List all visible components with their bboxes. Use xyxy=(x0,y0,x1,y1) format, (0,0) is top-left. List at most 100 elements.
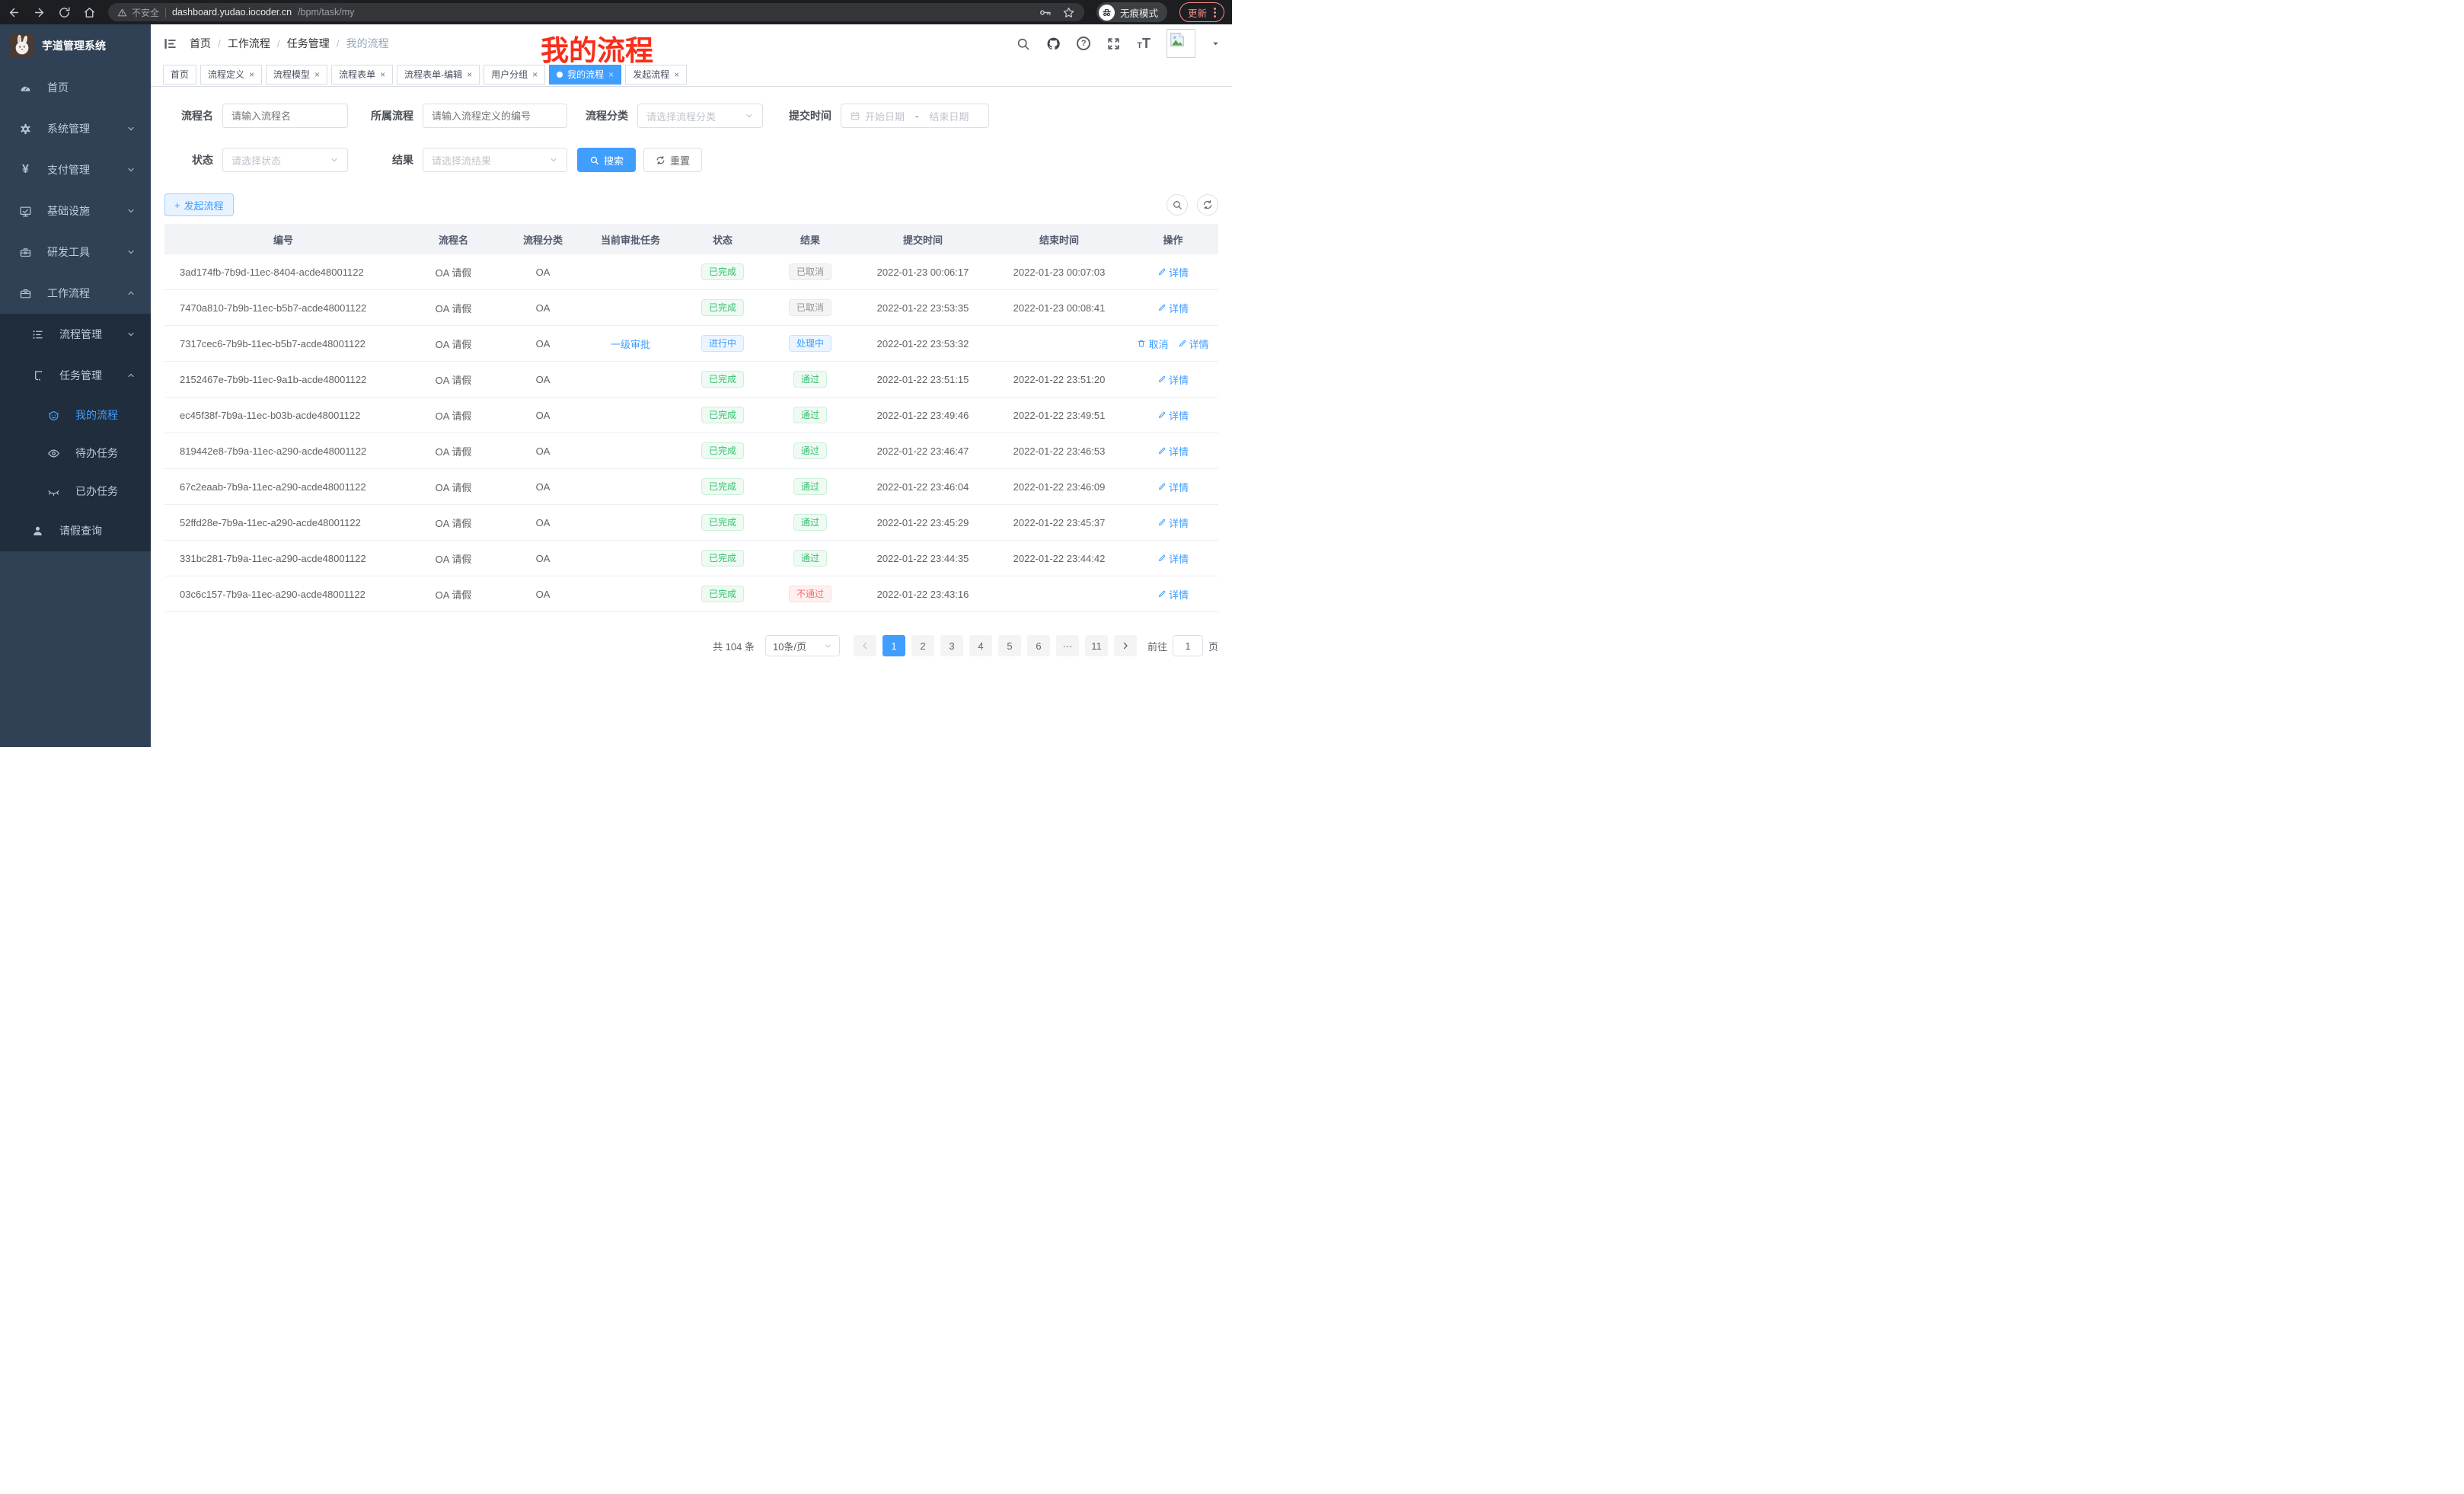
status-badge: 已完成 xyxy=(701,586,744,602)
eye-icon xyxy=(47,447,60,460)
close-icon[interactable]: × xyxy=(532,69,538,80)
view-tab[interactable]: 流程模型 × xyxy=(266,65,327,85)
chevron-up-icon xyxy=(126,371,136,380)
page-button[interactable]: 3 xyxy=(940,635,963,656)
view-tab[interactable]: 流程表单 × xyxy=(331,65,393,85)
sidebar-item-workflow[interactable]: 工作流程 xyxy=(0,273,151,314)
process-category: OA xyxy=(505,410,581,421)
close-icon[interactable]: × xyxy=(608,69,614,80)
table-row: 3ad174fb-7b9d-11ec-8404-acde48001122 OA … xyxy=(164,254,1218,290)
url-bar[interactable]: 不安全 dashboard.yudao.iocoder.cn/bpm/task/… xyxy=(108,3,1084,21)
home-icon[interactable] xyxy=(83,6,96,19)
detail-link[interactable]: 详情 xyxy=(1157,551,1189,566)
sidebar-item-label: 系统管理 xyxy=(47,121,90,136)
key-icon[interactable] xyxy=(1039,6,1052,19)
chevron-down-icon xyxy=(126,165,136,174)
page-button[interactable]: 5 xyxy=(998,635,1021,656)
page-button[interactable]: 2 xyxy=(911,635,934,656)
fullscreen-icon[interactable] xyxy=(1106,37,1121,51)
sidebar-item-payment[interactable]: ¥ 支付管理 xyxy=(0,149,151,190)
edit-pen-icon xyxy=(1157,589,1167,599)
security-badge[interactable]: 不安全 xyxy=(117,6,159,19)
detail-link[interactable]: 详情 xyxy=(1157,444,1189,458)
search-icon[interactable] xyxy=(1016,37,1030,51)
help-icon[interactable]: ? xyxy=(1077,37,1090,50)
avatar[interactable] xyxy=(1167,29,1195,58)
sidebar-item-label: 工作流程 xyxy=(47,286,90,301)
view-tab[interactable]: 用户分组 × xyxy=(484,65,545,85)
view-tab[interactable]: 流程定义 × xyxy=(200,65,262,85)
detail-link[interactable]: 详情 xyxy=(1157,265,1189,279)
sidebar-item-process-mgmt[interactable]: 流程管理 xyxy=(0,314,151,355)
caret-down-icon[interactable] xyxy=(1211,40,1220,48)
sidebar-item-devtools[interactable]: 研发工具 xyxy=(0,231,151,273)
process-id: 67c2eaab-7b9a-11ec-a290-acde48001122 xyxy=(164,481,402,493)
detail-link[interactable]: 详情 xyxy=(1157,480,1189,494)
text-size-icon[interactable]: TT xyxy=(1137,37,1151,50)
view-tab[interactable]: 首页 xyxy=(163,65,196,85)
view-tab[interactable]: 流程表单-编辑 × xyxy=(397,65,480,85)
create-process-button[interactable]: + 发起流程 xyxy=(164,193,234,216)
breadcrumb-workflow[interactable]: 工作流程 xyxy=(228,36,270,51)
detail-link[interactable]: 详情 xyxy=(1157,587,1189,602)
status-badge: 已完成 xyxy=(701,299,744,316)
close-icon[interactable]: × xyxy=(467,69,472,80)
process-definition-input[interactable] xyxy=(423,104,567,128)
sidebar-item-leave-query[interactable]: 请假查询 xyxy=(0,510,151,551)
page-button[interactable]: ··· xyxy=(1056,635,1079,656)
sidebar-item-home[interactable]: 首页 xyxy=(0,67,151,108)
table-row: 7317cec6-7b9b-11ec-b5b7-acde48001122 OA … xyxy=(164,326,1218,362)
detail-link[interactable]: 详情 xyxy=(1157,516,1189,530)
prev-page-button[interactable] xyxy=(854,635,876,656)
page-button[interactable]: 1 xyxy=(883,635,905,656)
submit-time: 2022-01-22 23:44:35 xyxy=(855,553,991,564)
submit-time-range[interactable]: 开始日期 - 结束日期 xyxy=(841,104,989,128)
category-select[interactable]: 请选择流程分类 xyxy=(637,104,763,128)
process-name-input[interactable] xyxy=(222,104,348,128)
sidebar-item-my-process[interactable]: 我的流程 xyxy=(0,396,151,434)
chevron-down-icon xyxy=(549,155,558,164)
detail-link[interactable]: 详情 xyxy=(1157,301,1189,315)
sidebar-item-done-tasks[interactable]: 已办任务 xyxy=(0,472,151,510)
page-content: 流程名 所属流程 流程分类 请选择流程分类 提交时间 开始日期 - 结束日期 xyxy=(151,87,1232,747)
github-icon[interactable] xyxy=(1046,37,1061,51)
page-button[interactable]: 6 xyxy=(1027,635,1050,656)
close-icon[interactable]: × xyxy=(380,69,385,80)
cancel-link[interactable]: 取消 xyxy=(1137,337,1168,351)
status-badge: 已完成 xyxy=(701,407,744,423)
status-placeholder: 请选择状态 xyxy=(231,153,281,168)
col-end-time: 结束时间 xyxy=(991,232,1128,247)
search-button[interactable]: 搜索 xyxy=(577,148,636,172)
table-search-button[interactable] xyxy=(1167,194,1188,215)
current-task-link[interactable]: 一级审批 xyxy=(581,337,680,351)
detail-link[interactable]: 详情 xyxy=(1178,337,1209,351)
page-size-select[interactable]: 10条/页 xyxy=(765,635,840,656)
detail-link[interactable]: 详情 xyxy=(1157,372,1189,387)
sidebar-item-infra[interactable]: 基础设施 xyxy=(0,190,151,231)
table-refresh-button[interactable] xyxy=(1197,194,1218,215)
breadcrumb-home[interactable]: 首页 xyxy=(190,36,211,51)
reset-button[interactable]: 重置 xyxy=(643,148,702,172)
forward-icon[interactable] xyxy=(33,6,46,19)
close-icon[interactable]: × xyxy=(314,69,320,80)
browser-menu-icon[interactable] xyxy=(1214,8,1216,18)
breadcrumb-task-mgmt[interactable]: 任务管理 xyxy=(287,36,330,51)
close-icon[interactable]: × xyxy=(674,69,679,80)
next-page-button[interactable] xyxy=(1114,635,1137,656)
back-icon[interactable] xyxy=(8,6,21,19)
bookmark-star-icon[interactable] xyxy=(1062,6,1075,19)
page-button[interactable]: 11 xyxy=(1085,635,1108,656)
process-category: OA xyxy=(505,445,581,457)
close-icon[interactable]: × xyxy=(249,69,254,80)
sidebar-item-task-mgmt[interactable]: 任务管理 xyxy=(0,355,151,396)
reload-icon[interactable] xyxy=(58,6,71,19)
sidebar-item-todo-tasks[interactable]: 待办任务 xyxy=(0,434,151,472)
page-button[interactable]: 4 xyxy=(969,635,992,656)
status-select[interactable]: 请选择状态 xyxy=(222,148,348,172)
detail-link[interactable]: 详情 xyxy=(1157,408,1189,423)
sidebar-fold-icon[interactable] xyxy=(163,37,177,51)
result-select[interactable]: 请选择流结果 xyxy=(423,148,567,172)
update-button[interactable]: 更新 xyxy=(1179,2,1224,22)
goto-page-input[interactable] xyxy=(1173,635,1203,656)
sidebar-item-system[interactable]: 系统管理 xyxy=(0,108,151,149)
